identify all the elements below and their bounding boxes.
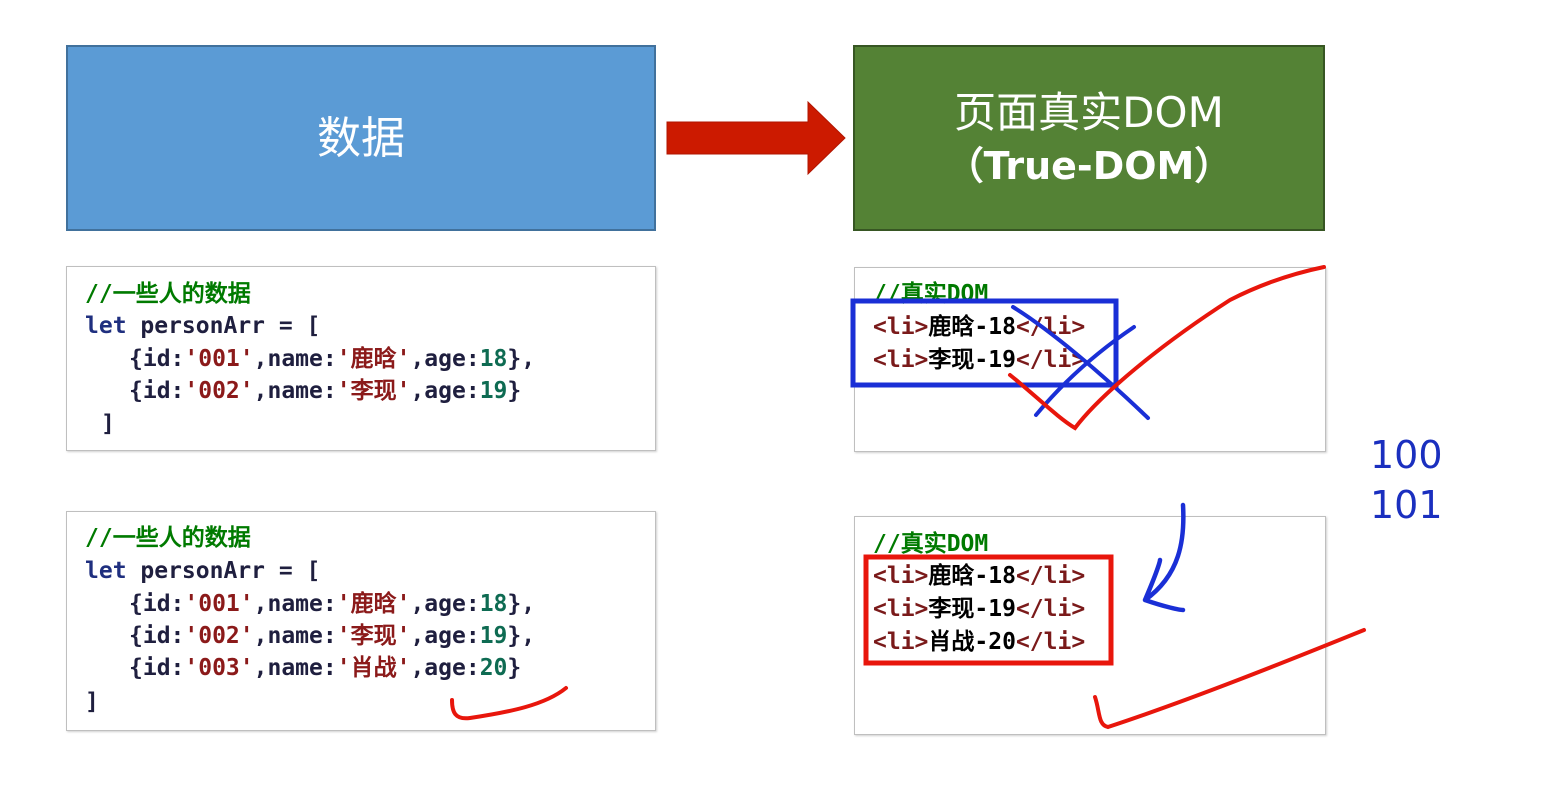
code-row: {id:'001',name:'鹿晗',age:18}, xyxy=(129,346,536,372)
data-box: 数据 xyxy=(66,45,656,231)
true-dom-panel-1: //真实DOM <li>鹿晗-18</li> <li>李现-19</li> xyxy=(854,267,1326,452)
true-dom-panel-2: //真实DOM <li>鹿晗-18</li> <li>李现-19</li> <l… xyxy=(854,516,1326,735)
code-row: {id:'002',name:'李现',age:19} xyxy=(129,378,522,404)
declaration-rest: personArr = [ xyxy=(126,313,321,339)
data-code-panel-2: //一些人的数据 let personArr = [ {id:'001',nam… xyxy=(66,511,656,731)
handwritten-numbers: 100 101 xyxy=(1370,430,1443,530)
li-item: <li>李现-19</li> xyxy=(873,347,1086,373)
code-close-bracket: ] xyxy=(101,411,115,437)
code-close-bracket: ] xyxy=(85,689,99,715)
li-item: <li>李现-19</li> xyxy=(873,596,1086,622)
keyword-let: let xyxy=(85,558,127,584)
right-arrow-icon xyxy=(666,100,846,176)
code-row: {id:'003',name:'肖战',age:20} xyxy=(129,655,522,681)
code-row: {id:'002',name:'李现',age:19}, xyxy=(129,623,536,649)
code-comment: //一些人的数据 xyxy=(85,525,251,551)
true-dom-subtitle: （True-DOM） xyxy=(945,144,1233,188)
true-dom-title: 页面真实DOM xyxy=(954,88,1224,137)
true-dom-box: 页面真实DOM （True-DOM） xyxy=(853,45,1325,231)
dom-comment: //真实DOM xyxy=(873,281,989,307)
number-101: 101 xyxy=(1370,483,1443,527)
code-declaration: let personArr = [ xyxy=(85,555,320,587)
declaration-rest: personArr = [ xyxy=(126,558,321,584)
li-item: <li>肖战-20</li> xyxy=(873,629,1086,655)
data-box-title: 数据 xyxy=(317,113,405,164)
data-code-panel-1: //一些人的数据 let personArr = [ {id:'001',nam… xyxy=(66,266,656,451)
number-100: 100 xyxy=(1370,433,1443,477)
code-row: {id:'001',name:'鹿晗',age:18}, xyxy=(129,591,536,617)
dom-comment: //真实DOM xyxy=(873,531,989,557)
keyword-let: let xyxy=(85,313,127,339)
li-item: <li>鹿晗-18</li> xyxy=(873,314,1086,340)
li-item: <li>鹿晗-18</li> xyxy=(873,563,1086,589)
code-declaration: let personArr = [ xyxy=(85,310,320,342)
code-comment: //一些人的数据 xyxy=(85,281,251,307)
